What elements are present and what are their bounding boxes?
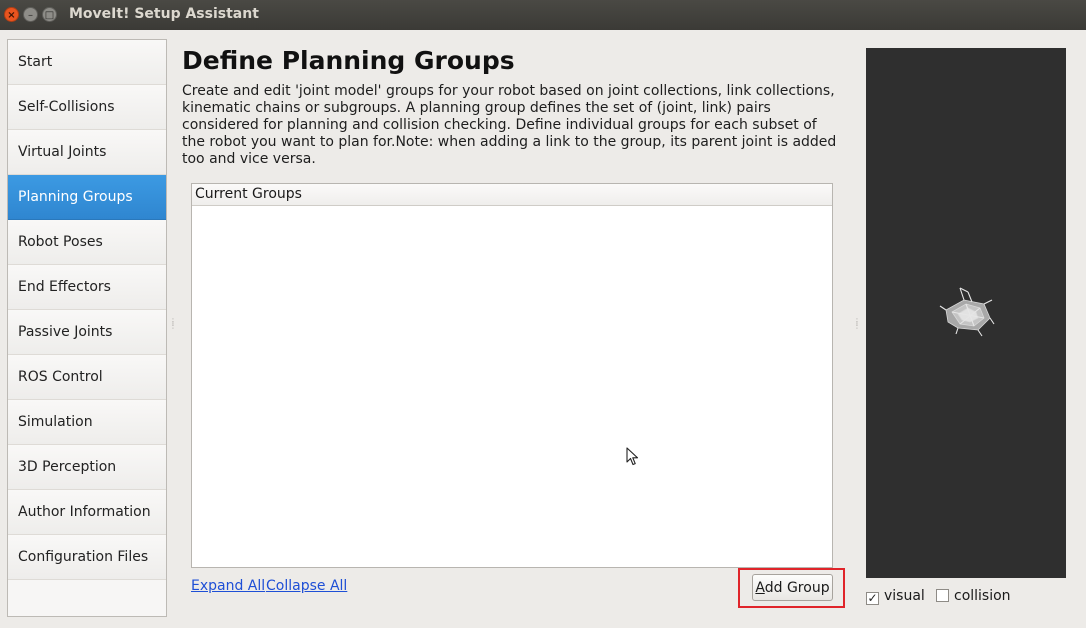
close-window-button[interactable]: × [4,7,19,22]
visual-checkbox-row[interactable]: ✓ visual [866,588,925,606]
minimize-icon: – [28,10,33,21]
add-group-mnemonic: A [755,579,765,596]
add-group-button[interactable]: Add Group [752,574,833,601]
sidebar-item-virtual-joints[interactable]: Virtual Joints [8,130,166,175]
maximize-icon: □ [44,10,55,21]
window-title: MoveIt! Setup Assistant [69,6,259,22]
visual-checkbox[interactable]: ✓ [866,592,879,605]
page-description: Create and edit 'joint model' groups for… [182,83,837,167]
robot-model-icon [939,287,995,337]
expand-all-link[interactable]: Expand All [191,578,265,594]
sidebar-item-passive-joints[interactable]: Passive Joints [8,310,166,355]
collision-label: collision [954,588,1011,604]
mouse-pointer-icon [626,447,639,466]
maximize-window-button[interactable]: □ [42,7,57,22]
sidebar-item-self-collisions[interactable]: Self-Collisions [8,85,166,130]
right-splitter-handle[interactable]: ⋮ ⋮ [853,318,861,336]
sidebar-item-robot-poses[interactable]: Robot Poses [8,220,166,265]
tree-column-header[interactable]: Current Groups [192,184,832,206]
sidebar-item-configuration-files[interactable]: Configuration Files [8,535,166,580]
title-bar: × – □ MoveIt! Setup Assistant [0,0,1086,30]
collision-checkbox-row[interactable]: collision [936,588,1011,606]
add-group-label: dd Group [764,579,830,596]
close-icon: × [7,10,16,21]
visual-label: visual [884,588,925,604]
page-title: Define Planning Groups [182,46,515,75]
sidebar-item-author-information[interactable]: Author Information [8,490,166,535]
robot-3d-viewer[interactable] [866,48,1066,578]
left-splitter-handle[interactable]: ⋮ ⋮ [169,318,177,336]
sidebar-item-end-effectors[interactable]: End Effectors [8,265,166,310]
sidebar-nav: Start Self-Collisions Virtual Joints Pla… [7,39,167,617]
minimize-window-button[interactable]: – [23,7,38,22]
sidebar-item-start[interactable]: Start [8,40,166,85]
collapse-all-link[interactable]: Collapse All [266,578,347,594]
sidebar-item-planning-groups[interactable]: Planning Groups [8,175,166,220]
setup-assistant-window: × – □ MoveIt! Setup Assistant Start Self… [0,0,1086,628]
sidebar-item-simulation[interactable]: Simulation [8,400,166,445]
collision-checkbox[interactable] [936,589,949,602]
sidebar-item-3d-perception[interactable]: 3D Perception [8,445,166,490]
current-groups-tree[interactable]: Current Groups [191,183,833,568]
sidebar-item-ros-control[interactable]: ROS Control [8,355,166,400]
